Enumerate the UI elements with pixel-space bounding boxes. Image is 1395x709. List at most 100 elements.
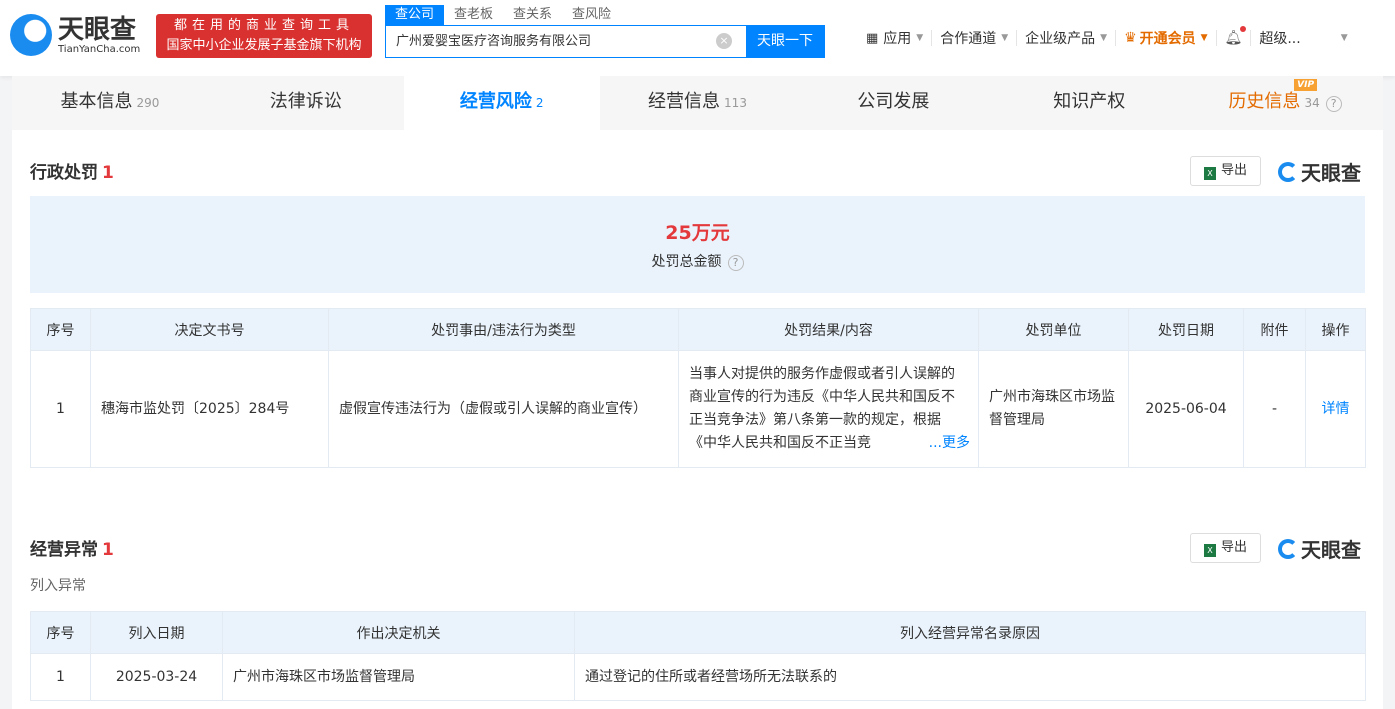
top-nav: ▦ 应用 ▼ 合作通道 ▼ 企业级产品 ▼ ♛ 开通会员 ▼ 🔔︎ 超级... ▼ [858,26,1356,47]
caret-down-icon: ▼ [1340,33,1348,43]
col-header: 列入日期 [90,611,223,654]
penalty-amount: 25万元 [665,222,730,244]
search-button[interactable]: 天眼一下 [746,26,824,57]
top-header: 天眼查 TianYanCha.com 都在用的商业查询工具 国家中小企业发展子基金旗… [0,0,1395,76]
export-label: 导出 [1220,163,1247,178]
notification-bell[interactable]: 🔔︎ [1217,26,1252,46]
tab-label: 经营信息 [648,91,721,112]
section-count: 1 [102,163,114,183]
bell-icon: 🔔︎ [1225,26,1247,46]
tab-count: 2 [535,96,544,110]
content-panel: 行政处罚 1 X 导出 天眼查 25万元 处罚总金额? 序号 决定文书号 处罚事由/… [12,130,1383,709]
col-header: 序号 [30,611,91,654]
export-button[interactable]: X 导出 [1190,156,1261,186]
brand-watermark: 天眼查 [1278,157,1361,186]
user-name: 超级... [1259,31,1301,47]
clear-icon[interactable]: × [716,33,732,49]
tab-label: 基本信息 [60,91,133,112]
search-tab-risk[interactable]: 查风险 [562,5,621,25]
tab-label: 知识产权 [1053,91,1126,112]
search-tabs: 查公司 查老板 查关系 查风险 [385,5,621,25]
vip-badge: VIP [1294,79,1318,91]
tab-business-risk[interactable]: 经营风险 2 [403,76,600,130]
nav-user[interactable]: 超级... ▼ [1251,30,1355,47]
cell-reason: 虚假宣传违法行为（虚假或引人误解的商业宣传） [328,350,679,468]
section-title-text: 行政处罚 [30,163,98,183]
table-header: 序号 列入日期 作出决定机关 列入经营异常名录原因 [30,611,1366,654]
nav-enterprise[interactable]: 企业级产品 ▼ [1017,30,1117,47]
logo[interactable]: 天眼查 TianYanCha.com [10,14,140,56]
brand-logo-icon [1278,161,1298,182]
caret-down-icon: ▼ [916,33,924,43]
search-box: 广州爱婴宝医疗咨询服务有限公司 × 天眼一下 [385,25,825,58]
brand-text: 天眼查 [1301,161,1361,185]
tab-label: 历史信息 [1228,91,1301,112]
cell-result: 当事人对提供的服务作虚假或者引人误解的商业宣传的行为违反《中华人民共和国反不正当… [678,350,979,468]
tab-basic-info[interactable]: 基本信息 290 [12,76,208,130]
crown-icon: ♛ [1124,30,1137,46]
cell-authority: 广州市海珠区市场监督管理局 [222,653,575,701]
table-row: 1 穗海市监处罚〔2025〕284号 虚假宣传违法行为（虚假或引人误解的商业宣传… [30,350,1366,468]
excel-icon: X [1203,167,1216,180]
tab-label: 经营风险 [459,91,532,112]
search-tab-company[interactable]: 查公司 [385,5,445,25]
nav-apps-label: 应用 [883,31,912,47]
col-header: 处罚日期 [1128,308,1244,351]
export-button[interactable]: X 导出 [1190,533,1261,563]
caret-down-icon: ▼ [1001,33,1009,43]
abnormal-title: 经营异常 1 [30,535,114,560]
tab-history[interactable]: 历史信息 34? VIP [1187,76,1383,130]
grid-icon: ▦ [866,30,879,46]
logo-domain: TianYanCha.com [58,43,141,55]
search-tab-boss[interactable]: 查老板 [444,5,503,25]
cell-date: 2025-03-24 [90,653,223,701]
tab-count: 34 [1304,96,1320,110]
cell-doc-number: 穗海市监处罚〔2025〕284号 [90,350,329,468]
search-tab-relation[interactable]: 查关系 [503,5,562,25]
brand-watermark: 天眼查 [1278,534,1361,563]
slogan-banner[interactable]: 都在用的商业查询工具 国家中小企业发展子基金旗下机构 [156,14,372,58]
brand-logo-icon [1278,538,1298,559]
penalty-table: 序号 决定文书号 处罚事由/违法行为类型 处罚结果/内容 处罚单位 处罚日期 附… [30,308,1366,468]
more-link[interactable]: ...更多 [912,432,970,455]
tab-count: 290 [136,96,160,110]
logo-icon [10,14,52,56]
cell-attachment: - [1243,350,1306,468]
nav-vip[interactable]: ♛ 开通会员 ▼ [1116,30,1217,47]
col-header: 操作 [1305,308,1366,351]
cell-no: 1 [30,653,91,701]
detail-link[interactable]: 详情 [1305,350,1366,468]
tab-legal[interactable]: 法律诉讼 [208,76,404,130]
nav-vip-label: 开通会员 [1139,31,1196,47]
nav-enterprise-label: 企业级产品 [1025,31,1096,47]
brand-text: 天眼查 [1301,538,1361,562]
slogan-line1: 都在用的商业查询工具 [173,18,354,33]
penalty-summary: 25万元 处罚总金额? [30,196,1365,293]
abnormal-subtitle: 列入异常 [30,578,86,594]
col-header: 处罚事由/违法行为类型 [328,308,679,351]
search-input[interactable]: 广州爱婴宝医疗咨询服务有限公司 [386,26,716,57]
tab-count: 113 [724,96,747,110]
tab-development[interactable]: 公司发展 [795,76,991,130]
nav-channel[interactable]: 合作通道 ▼ [932,30,1018,47]
table-row: 1 2025-03-24 广州市海珠区市场监督管理局 通过登记的住所或者经营场所… [30,653,1366,701]
company-tabs: 基本信息 290 法律诉讼 经营风险 2 经营信息 113 公司发展 知识产权 历史信… [12,76,1383,130]
nav-apps[interactable]: ▦ 应用 ▼ [858,30,933,47]
help-icon[interactable]: ? [1325,96,1342,112]
cell-no: 1 [30,350,91,468]
caret-down-icon: ▼ [1100,33,1108,43]
table-header: 序号 决定文书号 处罚事由/违法行为类型 处罚结果/内容 处罚单位 处罚日期 附… [30,308,1366,351]
help-icon[interactable]: ? [727,255,744,271]
section-title-text: 经营异常 [30,540,98,560]
tab-label: 公司发展 [857,91,930,112]
cell-unit: 广州市海珠区市场监督管理局 [978,350,1129,468]
penalty-title: 行政处罚 1 [30,158,114,183]
tab-business-info[interactable]: 经营信息 113 [600,76,796,130]
penalty-amount-label: 处罚总金额 [651,254,722,270]
nav-channel-label: 合作通道 [940,31,997,47]
cell-date: 2025-06-04 [1128,350,1244,468]
tab-ip[interactable]: 知识产权 [991,76,1187,130]
abnormal-table: 序号 列入日期 作出决定机关 列入经营异常名录原因 1 2025-03-24 广… [30,611,1366,701]
col-header: 序号 [30,308,91,351]
col-header: 附件 [1243,308,1306,351]
